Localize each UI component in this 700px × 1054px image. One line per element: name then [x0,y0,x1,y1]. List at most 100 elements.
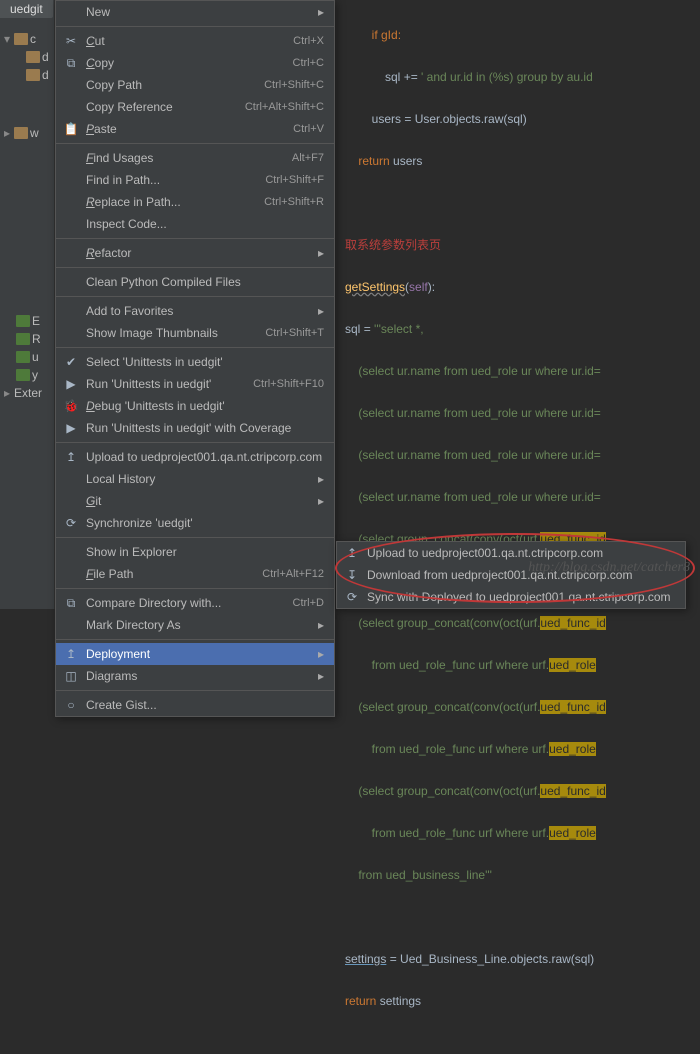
menu-label: Replace in Path... [86,195,264,209]
submenu-arrow-icon: ▸ [318,647,324,661]
menu-icon [62,4,80,20]
menu-shortcut: Ctrl+Alt+F12 [262,568,324,580]
menu-label: Inspect Code... [86,217,324,231]
menu-label: Deployment [86,647,314,661]
submenu-arrow-icon: ▸ [318,304,324,318]
menu-label: Git [86,494,314,508]
submenu-arrow-icon: ▸ [318,494,324,508]
menu-icon [62,471,80,487]
menu-icon: 🐞 [62,398,80,414]
menu-shortcut: Ctrl+X [293,35,324,47]
file-icon [16,333,30,345]
menu-item[interactable]: ○Create Gist... [56,694,334,716]
menu-item[interactable]: Add to Favorites ▸ [56,300,334,322]
menu-item[interactable]: ◫Diagrams▸ [56,665,334,687]
submenu-arrow-icon: ▸ [318,246,324,260]
menu-label: Add to Favorites [86,304,314,318]
menu-item[interactable]: Copy PathCtrl+Shift+C [56,74,334,96]
menu-icon: ○ [62,697,80,713]
folder-icon [14,33,28,45]
menu-icon: ↥ [62,449,80,465]
menu-shortcut: Ctrl+V [293,123,324,135]
menu-item[interactable]: ⟳Synchronize 'uedgit' [56,512,334,534]
submenu-arrow-icon: ▸ [318,5,324,19]
tree-item[interactable]: ▾c [0,30,54,48]
menu-item[interactable]: New▸ [56,1,334,23]
tree-item[interactable]: d [0,48,54,66]
menu-item[interactable]: ▶ Run 'Unittests in uedgit'Ctrl+Shift+F10 [56,373,334,395]
tree-item[interactable]: ▸Exter [0,384,54,402]
watermark: http://blog.csdn.net/catcher8 [528,560,690,576]
menu-item[interactable]: Find UsagesAlt+F7 [56,147,334,169]
menu-item[interactable]: ↥ Deployment ▸ [56,643,334,665]
menu-item[interactable]: Mark Directory As▸ [56,614,334,636]
tree-item[interactable]: ▸w [0,124,54,142]
menu-icon [62,245,80,261]
tree-item[interactable]: y [0,366,54,384]
menu-item[interactable]: Find in Path...Ctrl+Shift+F [56,169,334,191]
menu-item[interactable]: ⟳Sync with Deployed to uedproject001.qa.… [337,586,685,608]
menu-item[interactable]: Copy ReferenceCtrl+Alt+Shift+C [56,96,334,118]
menu-shortcut: Ctrl+Shift+R [264,196,324,208]
folder-icon [14,127,28,139]
menu-item[interactable]: Show in Explorer [56,541,334,563]
menu-label: Upload to uedproject001.qa.nt.ctripcorp.… [367,546,675,560]
menu-item[interactable]: Git ▸ [56,490,334,512]
folder-icon [26,51,40,63]
menu-item[interactable]: ▶ Run 'Unittests in uedgit' with Coverage [56,417,334,439]
menu-label: Find Usages [86,151,292,165]
menu-item[interactable]: ↥ Upload to uedproject001.qa.nt.ctripcorp… [56,446,334,468]
menu-label: Sync with Deployed to uedproject001.qa.n… [367,590,675,604]
menu-item[interactable]: 📋PasteCtrl+V [56,118,334,140]
menu-item[interactable]: File PathCtrl+Alt+F12 [56,563,334,585]
tree-item[interactable]: d [0,66,54,84]
menu-item[interactable]: ⧉CopyCtrl+C [56,52,334,74]
menu-label: Local History [86,472,314,486]
menu-icon: ⧉ [62,55,80,71]
menu-label: Copy Path [86,78,264,92]
menu-item[interactable]: 🐞Debug 'Unittests in uedgit' [56,395,334,417]
submenu-arrow-icon: ▸ [318,669,324,683]
menu-icon: ⟳ [62,515,80,531]
comment-text: 取系统参数列表页 [345,235,700,256]
menu-item[interactable]: Replace in Path...Ctrl+Shift+R [56,191,334,213]
menu-label: Upload to uedproject001.qa.nt.ctripcorp.… [86,450,324,464]
menu-label: File Path [86,567,262,581]
menu-item[interactable]: Inspect Code... [56,213,334,235]
menu-icon: 📋 [62,121,80,137]
menu-shortcut: Ctrl+Shift+F10 [253,378,324,390]
menu-icon [62,77,80,93]
tree-item[interactable]: R [0,330,54,348]
menu-icon: ↧ [343,567,361,583]
menu-item[interactable]: ⧉Compare Directory with...Ctrl+D [56,592,334,614]
menu-icon: ▶ [62,420,80,436]
tree-item[interactable]: E [0,312,54,330]
menu-shortcut: Ctrl+Shift+T [265,327,324,339]
file-icon [16,369,30,381]
menu-shortcut: Ctrl+Alt+Shift+C [245,101,324,113]
menu-label: Show in Explorer [86,545,324,559]
menu-icon: ◫ [62,668,80,684]
menu-item[interactable]: Clean Python Compiled Files [56,271,334,293]
menu-icon [62,194,80,210]
menu-item[interactable]: Show Image ThumbnailsCtrl+Shift+T [56,322,334,344]
menu-icon: ↥ [343,545,361,561]
menu-item[interactable]: Local History▸ [56,468,334,490]
menu-icon: ↥ [62,646,80,662]
menu-icon [62,274,80,290]
menu-item[interactable]: ✔Select 'Unittests in uedgit' [56,351,334,373]
menu-shortcut: Ctrl+Shift+F [265,174,324,186]
menu-item[interactable]: Refactor▸ [56,242,334,264]
menu-label: Clean Python Compiled Files [86,275,324,289]
tree-item[interactable]: u [0,348,54,366]
project-tab[interactable]: uedgit [0,0,53,18]
menu-label: Run 'Unittests in uedgit' [86,377,253,391]
menu-icon [62,99,80,115]
menu-item[interactable]: ✂CutCtrl+X [56,30,334,52]
menu-label: Run 'Unittests in uedgit' with Coverage [86,421,324,435]
menu-shortcut: Ctrl+D [293,597,324,609]
menu-shortcut: Alt+F7 [292,152,324,164]
menu-label: Mark Directory As [86,618,314,632]
folder-icon [26,69,40,81]
menu-icon: ▶ [62,376,80,392]
